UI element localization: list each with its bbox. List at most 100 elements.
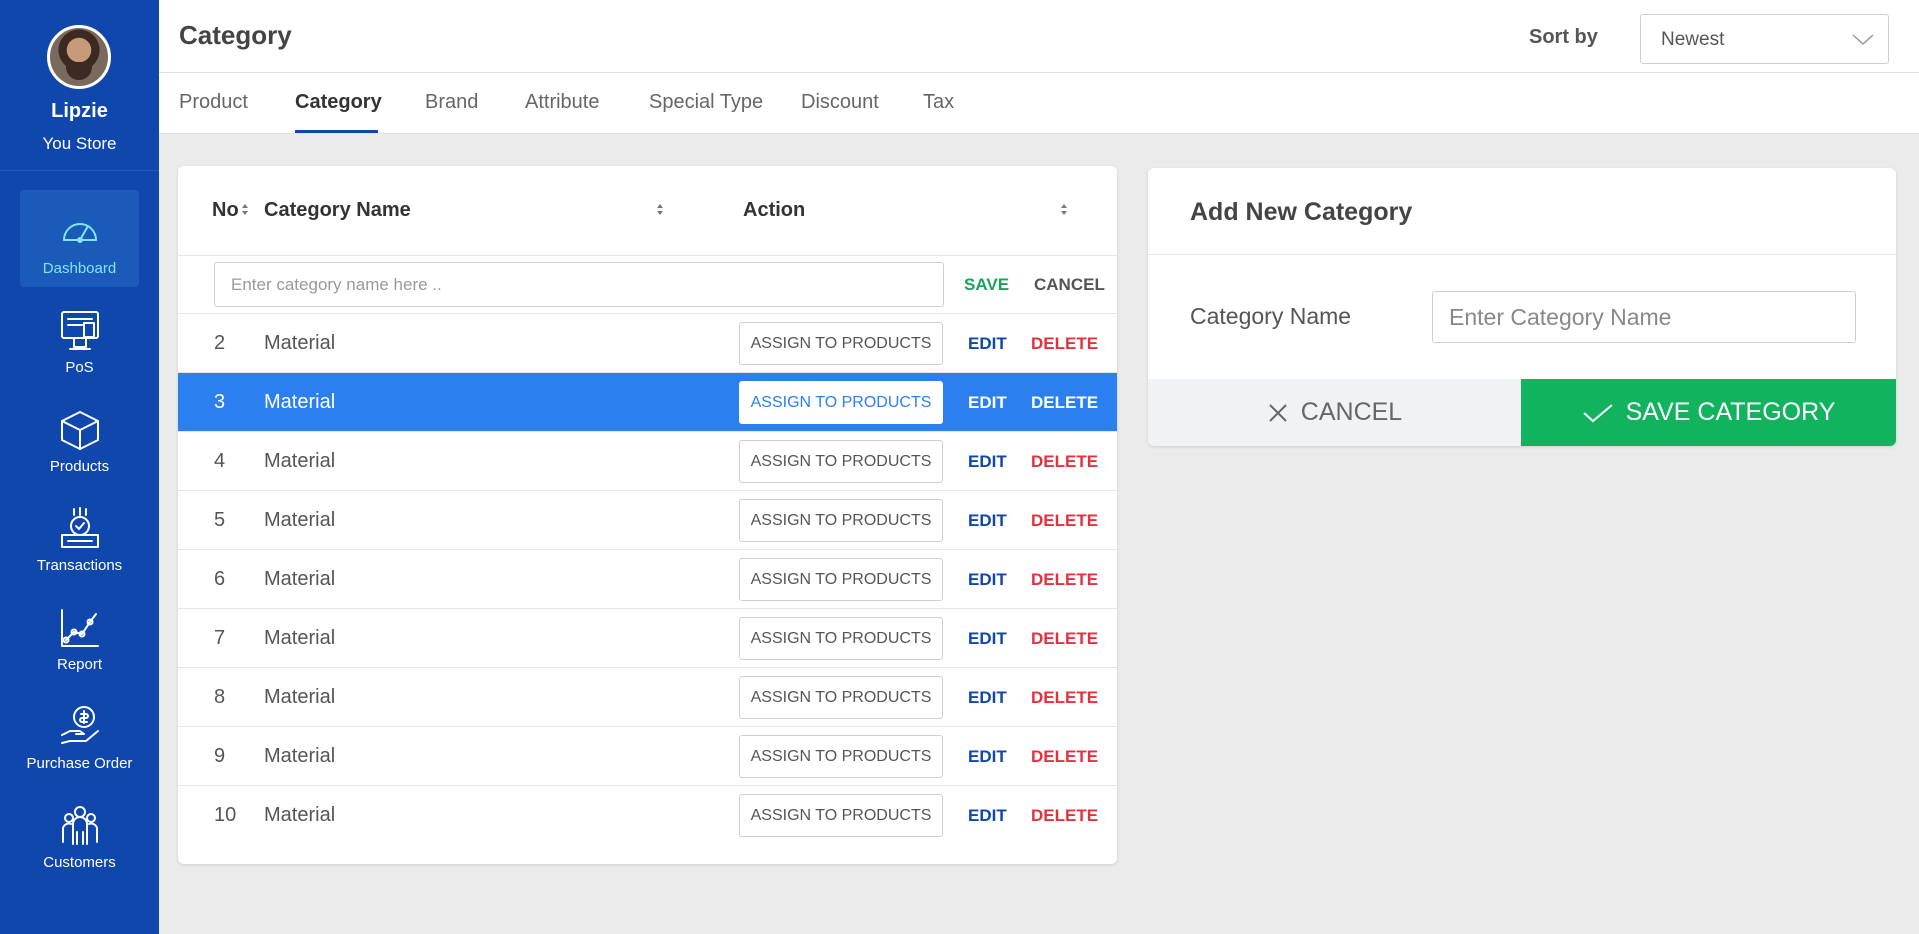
table-row[interactable]: 9 Material ASSIGN TO PRODUCTS EDIT DELET… <box>178 727 1117 786</box>
table-row[interactable]: 2 Material ASSIGN TO PRODUCTS EDIT DELET… <box>178 314 1117 373</box>
sidebar-item-transactions[interactable]: Transactions <box>20 487 139 584</box>
table-row[interactable]: 7 Material ASSIGN TO PRODUCTS EDIT DELET… <box>178 609 1117 668</box>
tab-product[interactable]: Product <box>179 91 248 114</box>
top-header: Category Sort by Newest <box>159 0 1919 73</box>
edit-button[interactable]: EDIT <box>968 629 1007 649</box>
row-number: 2 <box>214 332 226 354</box>
column-header-category-name[interactable]: Category Name <box>264 199 411 222</box>
delete-button[interactable]: DELETE <box>1031 688 1098 708</box>
delete-button[interactable]: DELETE <box>1031 570 1098 590</box>
delete-button[interactable]: DELETE <box>1031 747 1098 767</box>
divider <box>1148 254 1896 255</box>
category-name: Material <box>264 627 336 649</box>
row-number: 6 <box>214 568 226 590</box>
tab-special-type[interactable]: Special Type <box>649 91 763 114</box>
delete-button[interactable]: DELETE <box>1031 511 1098 531</box>
assign-to-products-button[interactable]: ASSIGN TO PRODUCTS <box>739 440 943 483</box>
table-row[interactable]: 3 Material ASSIGN TO PRODUCTS EDIT DELET… <box>178 373 1117 432</box>
tab-category[interactable]: Category <box>295 91 382 114</box>
user-name: Lipzie <box>51 100 108 122</box>
column-header-no[interactable]: No <box>212 199 239 222</box>
sidebar-item-pos[interactable]: PoS <box>20 289 139 386</box>
store-name: You Store <box>42 134 117 153</box>
delete-button[interactable]: DELETE <box>1031 334 1098 354</box>
delete-button[interactable]: DELETE <box>1031 452 1098 472</box>
assign-to-products-button[interactable]: ASSIGN TO PRODUCTS <box>739 735 943 778</box>
panel-title: Add New Category <box>1190 198 1413 226</box>
table-row[interactable]: 8 Material ASSIGN TO PRODUCTS EDIT DELET… <box>178 668 1117 727</box>
row-number: 9 <box>214 745 226 767</box>
profile-section: Lipzie You Store <box>0 0 159 171</box>
edit-button[interactable]: EDIT <box>968 747 1007 767</box>
tab-tax[interactable]: Tax <box>923 91 954 114</box>
sidebar-item-label: Report <box>56 656 103 673</box>
sidebar-item-customers[interactable]: Customers <box>20 784 139 881</box>
purchase-order-icon <box>58 705 102 749</box>
delete-button[interactable]: DELETE <box>1031 629 1098 649</box>
assign-to-products-button[interactable]: ASSIGN TO PRODUCTS <box>739 499 943 542</box>
tab-discount[interactable]: Discount <box>801 91 879 114</box>
new-category-input[interactable] <box>214 262 944 307</box>
delete-button[interactable]: DELETE <box>1031 393 1098 413</box>
cancel-button[interactable]: CANCEL <box>1034 275 1105 295</box>
edit-button[interactable]: EDIT <box>968 511 1007 531</box>
cancel-category-button[interactable]: CANCEL <box>1148 379 1521 446</box>
assign-to-products-button[interactable]: ASSIGN TO PRODUCTS <box>739 794 943 837</box>
dashboard-icon <box>58 210 102 254</box>
sort-value: Newest <box>1661 29 1725 50</box>
sort-arrows-icon[interactable] <box>241 204 249 218</box>
save-button[interactable]: SAVE <box>964 275 1009 295</box>
box-icon <box>58 408 102 452</box>
sidebar-item-products[interactable]: Products <box>20 388 139 485</box>
row-number: 8 <box>214 686 226 708</box>
close-icon <box>1267 402 1289 424</box>
sort-dropdown[interactable]: Newest <box>1640 14 1889 64</box>
avatar[interactable] <box>47 25 111 89</box>
table-row[interactable]: 6 Material ASSIGN TO PRODUCTS EDIT DELET… <box>178 550 1117 609</box>
table-row[interactable]: 10 Material ASSIGN TO PRODUCTS EDIT DELE… <box>178 786 1117 845</box>
sidebar-item-report[interactable]: Report <box>20 586 139 683</box>
sidebar-item-label: PoS <box>65 359 94 376</box>
tab-attribute[interactable]: Attribute <box>525 91 599 114</box>
category-name-input[interactable] <box>1432 291 1856 343</box>
table-row[interactable]: 4 Material ASSIGN TO PRODUCTS EDIT DELET… <box>178 432 1117 491</box>
cancel-category-label: CANCEL <box>1300 398 1403 426</box>
edit-button[interactable]: EDIT <box>968 570 1007 590</box>
report-icon <box>58 606 102 650</box>
category-name: Material <box>264 332 336 354</box>
edit-button[interactable]: EDIT <box>968 688 1007 708</box>
edit-button[interactable]: EDIT <box>968 452 1007 472</box>
pos-icon <box>58 309 102 353</box>
add-category-panel: Add New Category Category Name CANCEL SA… <box>1148 168 1896 446</box>
edit-button[interactable]: EDIT <box>968 393 1007 413</box>
table-row[interactable]: 5 Material ASSIGN TO PRODUCTS EDIT DELET… <box>178 491 1117 550</box>
sidebar-item-label: Purchase Order <box>26 755 133 772</box>
row-number: 4 <box>214 450 226 472</box>
category-name: Material <box>264 568 336 590</box>
save-category-button[interactable]: SAVE CATEGORY <box>1521 379 1896 446</box>
assign-to-products-button[interactable]: ASSIGN TO PRODUCTS <box>739 381 943 424</box>
tab-bar: Product Category Brand Attribute Special… <box>159 73 1919 134</box>
assign-to-products-button[interactable]: ASSIGN TO PRODUCTS <box>739 676 943 719</box>
customers-icon <box>58 804 102 848</box>
sidebar-item-dashboard[interactable]: Dashboard <box>20 190 139 287</box>
edit-button[interactable]: EDIT <box>968 334 1007 354</box>
new-category-row: SAVE CANCEL <box>178 255 1117 314</box>
assign-to-products-button[interactable]: ASSIGN TO PRODUCTS <box>739 558 943 601</box>
category-name: Material <box>264 509 336 531</box>
transactions-icon <box>58 507 102 551</box>
chevron-down-icon <box>1851 30 1875 48</box>
sort-arrows-icon[interactable] <box>656 204 664 218</box>
edit-button[interactable]: EDIT <box>968 806 1007 826</box>
tab-brand[interactable]: Brand <box>425 91 478 114</box>
active-tab-indicator <box>295 130 378 133</box>
column-header-action[interactable]: Action <box>743 199 805 222</box>
sidebar-item-purchase-order[interactable]: Purchase Order <box>20 685 139 782</box>
category-name: Material <box>264 745 336 767</box>
row-number: 5 <box>214 509 226 531</box>
assign-to-products-button[interactable]: ASSIGN TO PRODUCTS <box>739 322 943 365</box>
delete-button[interactable]: DELETE <box>1031 806 1098 826</box>
sort-arrows-icon[interactable] <box>1060 204 1068 218</box>
assign-to-products-button[interactable]: ASSIGN TO PRODUCTS <box>739 617 943 660</box>
page-title: Category <box>179 20 292 50</box>
